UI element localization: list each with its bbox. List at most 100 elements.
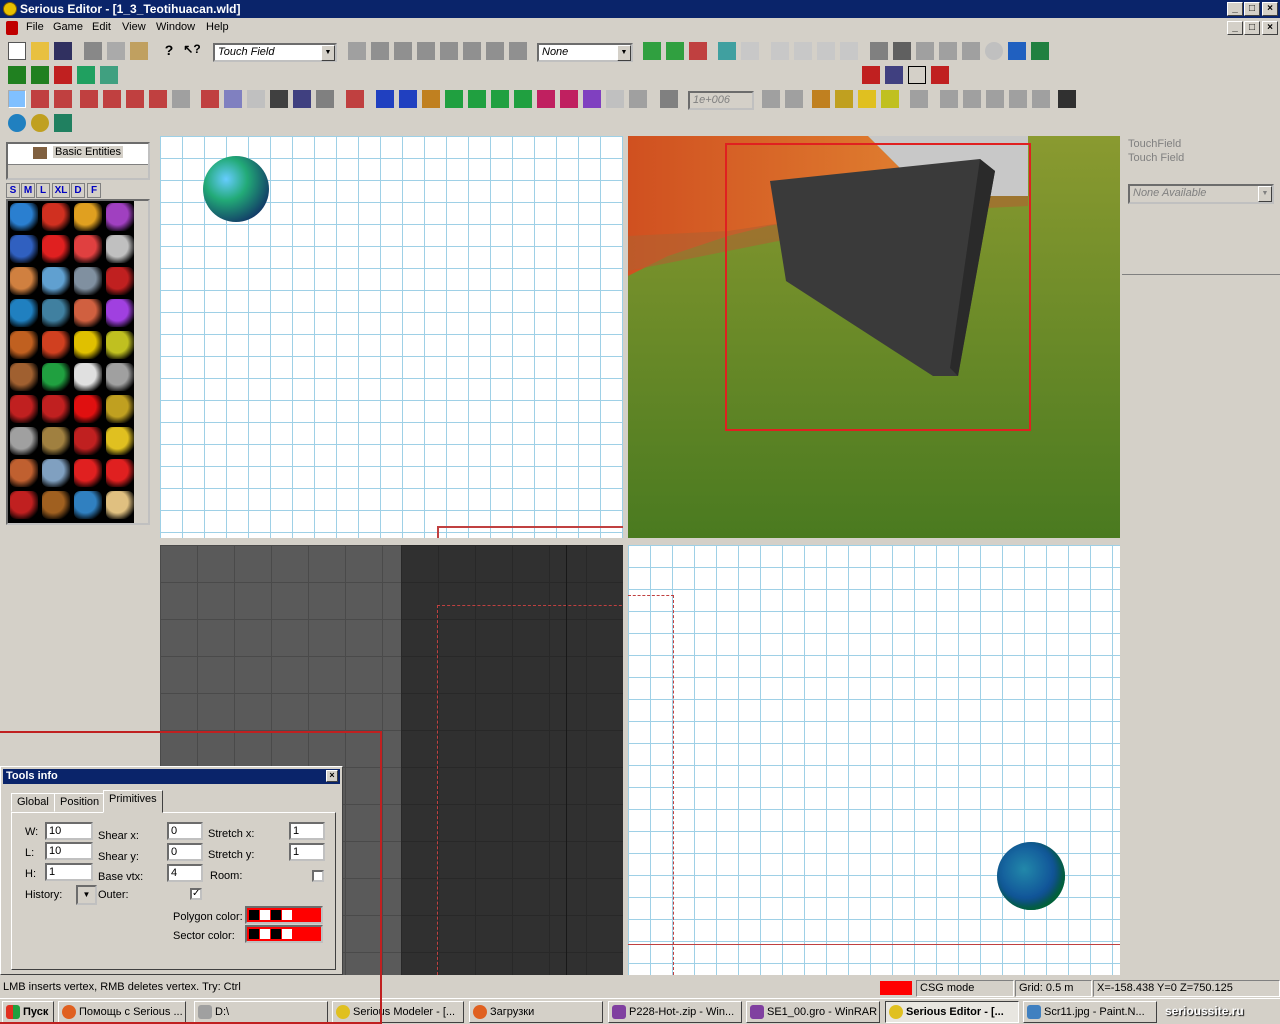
tool-icon-15[interactable]: [346, 90, 364, 108]
copy-icon[interactable]: [107, 42, 125, 60]
target-icon[interactable]: [985, 42, 1003, 60]
camera-icon[interactable]: [270, 90, 288, 108]
room-checkbox[interactable]: [312, 870, 324, 882]
palette-entity-icon[interactable]: [10, 459, 38, 487]
tool-icon-10[interactable]: [224, 90, 242, 108]
outer-checkbox[interactable]: ✓: [190, 888, 202, 900]
palette-entity-icon[interactable]: [74, 427, 102, 455]
tool-icon-30[interactable]: [812, 90, 830, 108]
palette-entity-icon[interactable]: [42, 395, 70, 423]
palette-entity-icon[interactable]: [106, 427, 134, 455]
brush-tool-icon-3[interactable]: [417, 42, 435, 60]
palette-entity-icon[interactable]: [106, 267, 134, 295]
view-icon-6[interactable]: [1058, 90, 1076, 108]
tool-icon-7[interactable]: [149, 90, 167, 108]
menu-help[interactable]: Help: [206, 21, 229, 33]
sector-color-swatch[interactable]: [245, 925, 323, 943]
viewport-bottom-right[interactable]: [628, 545, 1120, 975]
move-tool-icon[interactable]: [8, 90, 26, 108]
tab-position[interactable]: Position: [54, 793, 106, 812]
tool-icon-20[interactable]: [468, 90, 486, 108]
start-button[interactable]: Пуск: [2, 1001, 54, 1023]
palette-entity-icon[interactable]: [42, 491, 70, 519]
palette-entity-icon[interactable]: [42, 363, 70, 391]
tool-icon-13[interactable]: [293, 90, 311, 108]
viewport-perspective[interactable]: [628, 136, 1120, 538]
brush-tool-icon-7[interactable]: [509, 42, 527, 60]
palette-entity-icon[interactable]: [42, 235, 70, 263]
palette-entity-icon[interactable]: [74, 299, 102, 327]
align-icon-4[interactable]: [840, 42, 858, 60]
task-1[interactable]: D:\: [194, 1001, 328, 1023]
tool-icon-14[interactable]: [316, 90, 334, 108]
entity-tool-icon[interactable]: [348, 42, 366, 60]
delete-icon[interactable]: [862, 66, 880, 84]
palette-entity-icon[interactable]: [10, 235, 38, 263]
tool-icon-29[interactable]: [785, 90, 803, 108]
task-6[interactable]: Serious Editor - [...: [885, 1001, 1019, 1023]
tool-icon-32[interactable]: [858, 90, 876, 108]
brush-tool-icon[interactable]: [371, 42, 389, 60]
entity-class-select[interactable]: Touch Field ▼: [213, 43, 337, 62]
brush-tool-icon-4[interactable]: [440, 42, 458, 60]
tool-icon-11[interactable]: [247, 90, 265, 108]
view-icon-3[interactable]: [986, 90, 1004, 108]
palette-entity-icon[interactable]: [10, 363, 38, 391]
palette-entity-icon[interactable]: [106, 491, 134, 519]
tool-icon-25[interactable]: [583, 90, 601, 108]
menu-file[interactable]: File: [26, 21, 44, 33]
polygon-color-swatch[interactable]: [245, 906, 323, 924]
palette-entity-icon[interactable]: [106, 235, 134, 263]
maximize-button[interactable]: □: [1244, 2, 1260, 16]
menu-edit[interactable]: Edit: [92, 21, 111, 33]
tool-icon-22[interactable]: [514, 90, 532, 108]
tool-icon-23[interactable]: [537, 90, 555, 108]
palette-entity-icon[interactable]: [10, 203, 38, 231]
globe-icon[interactable]: [8, 114, 26, 132]
tool-icon-26[interactable]: [606, 90, 624, 108]
tool-icon-18[interactable]: [422, 90, 440, 108]
task-3[interactable]: Загрузки: [469, 1001, 603, 1023]
mdi-close-button[interactable]: ×: [1262, 21, 1278, 35]
context-help-icon[interactable]: ↖?: [183, 42, 201, 60]
tab-size-xl[interactable]: XL: [52, 183, 70, 198]
grid-snap-icon[interactable]: [885, 66, 903, 84]
stretch-y-input[interactable]: 1: [289, 843, 325, 861]
help-icon[interactable]: ?: [160, 42, 178, 60]
palette-entity-icon[interactable]: [42, 459, 70, 487]
palette-entity-icon[interactable]: [10, 491, 38, 519]
palette-entity-icon[interactable]: [10, 395, 38, 423]
grid-icon[interactable]: [908, 66, 926, 84]
palette-entity-icon[interactable]: [42, 331, 70, 359]
tool-icon-21[interactable]: [491, 90, 509, 108]
layer-icon-2[interactable]: [31, 66, 49, 84]
palette-scrollbar[interactable]: [134, 201, 148, 523]
csg-split-icon[interactable]: [689, 42, 707, 60]
brush-tool-icon-2[interactable]: [394, 42, 412, 60]
tool-icon-33[interactable]: [881, 90, 899, 108]
layer-icon-3[interactable]: [54, 66, 72, 84]
tree-hscrollbar[interactable]: [8, 164, 148, 178]
palette-entity-icon[interactable]: [106, 395, 134, 423]
tools-info-titlebar[interactable]: Tools info ×: [3, 769, 340, 784]
csg-add-icon[interactable]: [643, 42, 661, 60]
layer-icon-4[interactable]: [77, 66, 95, 84]
measure-icon[interactable]: [1031, 42, 1049, 60]
close-icon[interactable]: ×: [326, 770, 338, 782]
w-input[interactable]: 10: [45, 822, 93, 840]
menu-window[interactable]: Window: [156, 21, 195, 33]
palette-entity-icon[interactable]: [106, 299, 134, 327]
palette-entity-icon[interactable]: [74, 267, 102, 295]
select-icon[interactable]: [939, 42, 957, 60]
palette-entity-icon[interactable]: [74, 235, 102, 263]
select-all-icon[interactable]: [916, 42, 934, 60]
tool-icon-16[interactable]: [376, 90, 394, 108]
palette-entity-icon[interactable]: [42, 267, 70, 295]
h-input[interactable]: 1: [45, 863, 93, 881]
viewport-top-left[interactable]: [160, 136, 623, 538]
csg-join-icon[interactable]: [718, 42, 736, 60]
cut-icon[interactable]: [84, 42, 102, 60]
tool-icon-4[interactable]: [80, 90, 98, 108]
palette-entity-icon[interactable]: [106, 363, 134, 391]
brush-tool-icon-5[interactable]: [463, 42, 481, 60]
